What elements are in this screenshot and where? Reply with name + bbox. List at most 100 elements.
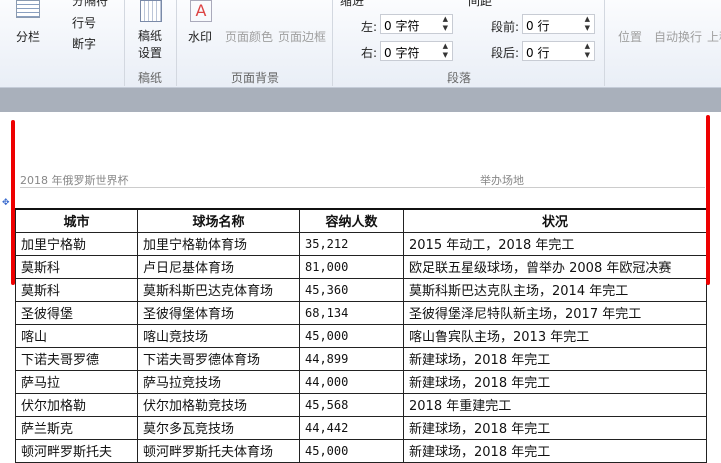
table-cell[interactable]: 萨马拉	[15, 369, 138, 394]
annotation-red-bar-right	[706, 115, 710, 285]
column-header: 容纳人数	[299, 208, 404, 233]
venue-table: 城市 球场名称 容纳人数 状况 加里宁格勒 加里宁格勒体育场 35,212 2015 …	[15, 208, 707, 463]
column-header: 城市	[15, 208, 138, 233]
table-row: 莫斯科 卢日尼基体育场 81,000 欧足联五星级球场，曾举办 2008 年欧冠决赛	[15, 254, 707, 279]
spacing-before-value: 0 行	[526, 19, 550, 33]
header-divider	[20, 187, 705, 188]
table-cell[interactable]: 莫斯科	[15, 277, 138, 302]
indent-right-label: 右:	[361, 46, 378, 60]
table-cell[interactable]: 2018 年重建完工	[403, 392, 707, 417]
page-borders-button[interactable]: 页面边框	[278, 28, 326, 45]
breaks-button[interactable]: 分隔符	[72, 0, 108, 9]
header-right: 举办场地	[480, 174, 524, 187]
table-row: 喀山 喀山竞技场 45,000 喀山鲁宾队主场，2013 年完工	[15, 323, 707, 348]
spinner-arrows-icon[interactable]: ▲ ▼	[585, 42, 590, 60]
line-numbers-button[interactable]: 行号	[72, 14, 96, 31]
table-cell[interactable]: 圣彼得堡体育场	[137, 300, 300, 325]
indent-left-input[interactable]: 0 字符 ▲ ▼	[380, 14, 453, 34]
table-cell[interactable]: 欧足联五星级球场，曾举办 2008 年欧冠决赛	[403, 254, 707, 279]
table-cell[interactable]: 下诺夫哥罗德	[15, 346, 138, 371]
table-cell[interactable]: 35,212	[299, 231, 404, 256]
table-cell[interactable]: 伏尔加格勒	[15, 392, 138, 417]
manuscript-setup-button[interactable]: 稿纸设置	[138, 28, 164, 62]
indent-left-label: 左:	[361, 20, 378, 34]
table-cell[interactable]: 44,442	[299, 415, 404, 440]
table-cell[interactable]: 萨马拉竞技场	[137, 369, 300, 394]
table-cell[interactable]: 卢日尼基体育场	[137, 254, 300, 279]
manuscript-icon	[140, 0, 162, 22]
document-page: 2018 年俄罗斯世界杯 举办场地 ✥ 城市 球场名称 容纳人数 状况 加里宁格…	[0, 112, 721, 463]
table-row: 圣彼得堡 圣彼得堡体育场 68,134 圣彼得堡泽尼特队新主场，2017 年完工	[15, 300, 707, 325]
table-cell[interactable]: 喀山鲁宾队主场，2013 年完工	[403, 323, 707, 348]
table-body: 加里宁格勒 加里宁格勒体育场 35,212 2015 年动工，2018 年完工 莫斯科卢…	[15, 231, 707, 463]
table-cell[interactable]: 45,360	[299, 277, 404, 302]
indent-right-input[interactable]: 0 字符 ▲ ▼	[380, 41, 453, 61]
ribbon-divider	[176, 0, 177, 86]
indent-right-value: 0 字符	[384, 46, 420, 60]
table-cell[interactable]: 萨兰斯克	[15, 415, 138, 440]
ribbon: 分栏 分隔符 行号 断字 稿纸设置 稿纸 A 水印 页面颜色 页面边框 页面背景…	[0, 0, 721, 88]
table-cell[interactable]: 68,134	[299, 300, 404, 325]
column-header: 状况	[403, 208, 707, 233]
spinner-arrows-icon[interactable]: ▲ ▼	[585, 15, 590, 33]
table-cell[interactable]: 2015 年动工，2018 年完工	[403, 231, 707, 256]
table-cell[interactable]: 加里宁格勒体育场	[137, 231, 300, 256]
table-cell[interactable]: 加里宁格勒	[15, 231, 138, 256]
watermark-icon: A	[190, 0, 212, 22]
table-cell[interactable]: 45,000	[299, 323, 404, 348]
table-row: 萨兰斯克 莫尔多瓦竞技场 44,442 新建球场，2018 年完工	[15, 415, 707, 440]
header-left: 2018 年俄罗斯世界杯	[20, 174, 129, 187]
wrap-text-button[interactable]: 自动换行	[654, 28, 702, 45]
table-cell[interactable]: 圣彼得堡泽尼特队新主场，2017 年完工	[403, 300, 707, 325]
position-button[interactable]: 位置	[618, 28, 642, 45]
columns-button[interactable]: 分栏	[16, 28, 40, 45]
table-cell[interactable]: 喀山	[15, 323, 138, 348]
annotation-red-bar-left	[11, 120, 15, 285]
table-cell[interactable]: 新建球场，2018 年完工	[403, 346, 707, 371]
table-move-handle-icon[interactable]: ✥	[2, 198, 10, 208]
spacing-after-label: 段后:	[491, 46, 520, 60]
table-row: 萨马拉 萨马拉竞技场 44,000 新建球场，2018 年完工	[15, 369, 707, 394]
table-cell[interactable]: 喀山竞技场	[137, 323, 300, 348]
table-cell[interactable]: 下诺夫哥罗德体育场	[137, 346, 300, 371]
spacing-label: 间距	[468, 0, 493, 8]
ribbon-divider	[332, 0, 333, 86]
spacing-after-value: 0 行	[526, 46, 550, 60]
table-cell[interactable]: 45,568	[299, 392, 404, 417]
table-cell[interactable]: 圣彼得堡	[15, 300, 138, 325]
table-cell[interactable]: 莫尔多瓦竞技场	[137, 415, 300, 440]
page-color-button[interactable]: 页面颜色	[225, 28, 273, 45]
column-header: 球场名称	[137, 208, 300, 233]
columns-icon	[16, 0, 40, 18]
spinner-arrows-icon[interactable]: ▲ ▼	[443, 15, 448, 33]
table-row: 伏尔加格勒 伏尔加格勒竞技场 45,568 2018 年重建完工	[15, 392, 707, 417]
spacing-after-input[interactable]: 0 行 ▲ ▼	[522, 41, 595, 61]
table-row: 莫斯科 莫斯科斯巴达克体育场 45,360 莫斯科斯巴达克队主场，2014 年完工	[15, 277, 707, 302]
bring-forward-button[interactable]: 上移	[707, 28, 721, 45]
spinner-arrows-icon[interactable]: ▲ ▼	[443, 42, 448, 60]
spacing-before-input[interactable]: 0 行 ▲ ▼	[522, 14, 595, 34]
workspace-gap	[0, 88, 721, 112]
table-cell[interactable]: 新建球场，2018 年完工	[403, 415, 707, 440]
hyphenation-button[interactable]: 断字	[72, 35, 96, 52]
table-cell[interactable]: 44,899	[299, 346, 404, 371]
table-row: 加里宁格勒 加里宁格勒体育场 35,212 2015 年动工，2018 年完工	[15, 231, 707, 256]
table-cell[interactable]: 莫斯科斯巴达克队主场，2014 年完工	[403, 277, 707, 302]
indent-left-value: 0 字符	[384, 19, 420, 33]
ribbon-divider	[124, 0, 125, 86]
indent-label: 缩进	[340, 0, 365, 8]
table-cell[interactable]: 伏尔加格勒竞技场	[137, 392, 300, 417]
watermark-button[interactable]: 水印	[188, 28, 212, 45]
manuscript-group-label: 稿纸	[138, 71, 163, 85]
table-row: 下诺夫哥罗德 下诺夫哥罗德体育场 44,899 新建球场，2018 年完工	[15, 346, 707, 371]
spacing-before-label: 段前:	[491, 20, 520, 34]
table-cell[interactable]: 81,000	[299, 254, 404, 279]
paragraph-group-label: 段落	[447, 71, 472, 85]
table-cell[interactable]: 莫斯科斯巴达克体育场	[137, 277, 300, 302]
page-background-group-label: 页面背景	[231, 71, 280, 85]
ribbon-divider	[604, 0, 605, 86]
table-cell[interactable]: 44,000	[299, 369, 404, 394]
table-header-row: 城市 球场名称 容纳人数 状况	[15, 208, 707, 233]
table-cell[interactable]: 新建球场，2018 年完工	[403, 369, 707, 394]
table-cell[interactable]: 莫斯科	[15, 254, 138, 279]
